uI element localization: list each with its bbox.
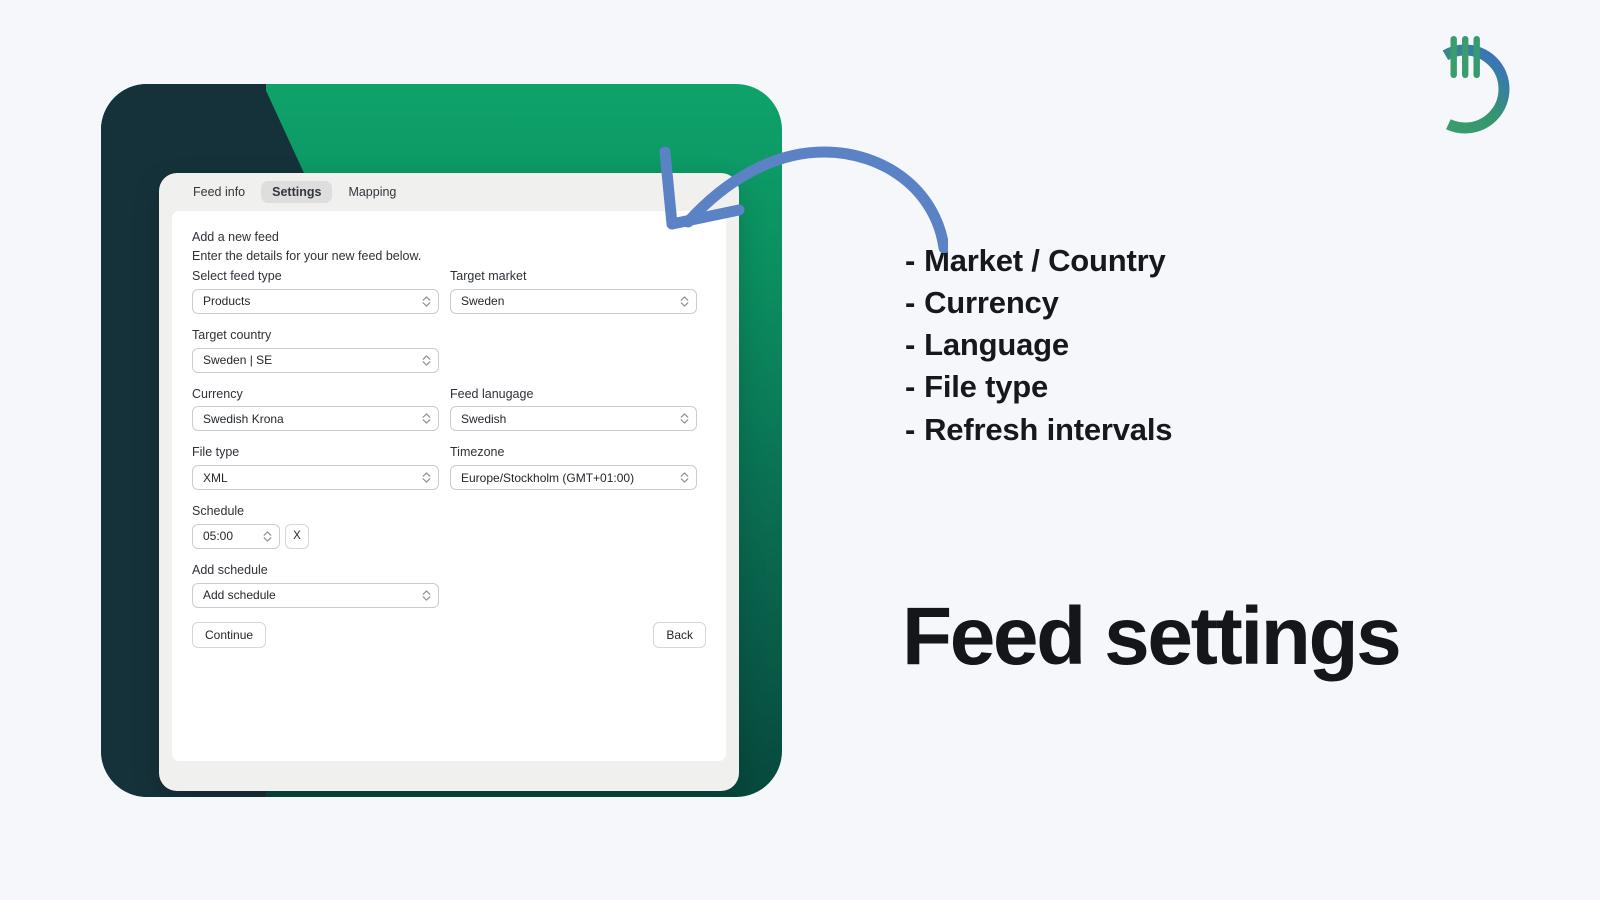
stepper-updown-icon xyxy=(422,296,431,307)
select-target-market[interactable]: Sweden xyxy=(450,288,697,314)
power-button-logo xyxy=(1411,28,1519,140)
remove-schedule-button[interactable]: X xyxy=(285,523,309,549)
list-item-label: Refresh intervals xyxy=(924,411,1173,447)
list-bullet: - xyxy=(905,411,916,447)
field-file-type: File type XML xyxy=(192,443,439,490)
list-item: - Currency xyxy=(905,282,1172,324)
field-target-country: Target country Sweden | SE xyxy=(192,326,439,373)
tab-settings[interactable]: Settings xyxy=(261,180,333,204)
feature-list: - Market / Country - Currency - Language -F… xyxy=(905,240,1172,451)
tab-mapping[interactable]: Mapping xyxy=(337,181,407,204)
list-item-label: Language xyxy=(924,327,1069,363)
form-grid: Select feed type Products Target market … xyxy=(192,266,706,608)
field-label: File type xyxy=(192,445,240,460)
field-schedule: Schedule 05:00 X xyxy=(192,502,439,549)
select-value: 05:00 xyxy=(203,529,234,544)
select-schedule-time[interactable]: 05:00 xyxy=(192,523,280,549)
select-value: XML xyxy=(203,470,228,485)
select-value: Europe/Stockholm (GMT+01:00) xyxy=(461,470,635,485)
stepper-updown-icon xyxy=(422,354,431,366)
select-target-country[interactable]: Sweden | SE xyxy=(192,347,439,373)
stepper-updown-icon xyxy=(680,296,689,307)
list-item: - File type xyxy=(905,366,1172,408)
field-select-feed-type: Select feed type Products xyxy=(192,267,439,314)
stepper-updown-icon xyxy=(680,413,689,424)
stepper-updown-icon xyxy=(422,472,431,483)
back-button[interactable]: Back xyxy=(653,621,706,648)
field-label: Target country xyxy=(192,327,272,342)
field-label: Add schedule xyxy=(192,562,268,577)
select-value: Add schedule xyxy=(203,588,276,602)
select-value: Swedish Krona xyxy=(203,411,284,426)
select-value: Products xyxy=(203,294,251,309)
select-currency[interactable]: Swedish Krona xyxy=(192,406,439,432)
field-timezone: Timezone Europe/Stockholm (GMT+01:00) xyxy=(450,443,697,490)
field-label: Timezone xyxy=(450,445,505,460)
list-item: - Language xyxy=(905,324,1172,366)
field-label: Select feed type xyxy=(192,269,282,283)
list-item-label: Currency xyxy=(924,285,1059,321)
form-heading: Add a new feed xyxy=(192,230,279,244)
field-label: Schedule xyxy=(192,504,245,518)
list-bullet: - xyxy=(905,285,916,321)
field-label: Target market xyxy=(450,269,527,283)
select-feed-language[interactable]: Swedish xyxy=(450,406,697,432)
field-label: Feed lanugage xyxy=(450,386,534,401)
field-currency: Currency Swedish Krona xyxy=(192,385,439,432)
field-label: Currency xyxy=(192,386,243,401)
list-item: - Market / Country xyxy=(905,240,1172,282)
stepper-updown-icon xyxy=(680,472,689,483)
list-item-label: Market / Country xyxy=(924,243,1166,278)
list-bullet: - xyxy=(905,243,916,278)
field-target-market: Target market Sweden xyxy=(450,267,697,314)
promo-headline: Feed settings xyxy=(902,591,1402,682)
select-feed-type[interactable]: Products xyxy=(192,288,439,314)
stepper-updown-icon xyxy=(422,589,431,601)
settings-form-card: Add a new feed Enter the details for you… xyxy=(172,211,726,761)
list-item-label: File type xyxy=(924,369,1049,405)
tab-bar: Feed info Settings Mapping xyxy=(159,173,739,211)
app-window: Feed info Settings Mapping Add a new fee… xyxy=(159,173,739,791)
select-value: Swedish xyxy=(461,411,507,426)
field-feed-language: Feed lanugage Swedish xyxy=(450,385,697,432)
field-add-schedule: Add schedule Add schedule xyxy=(192,561,439,608)
list-bullet: - xyxy=(905,327,916,363)
list-item: - Refresh intervals xyxy=(905,409,1172,451)
select-value: Sweden | SE xyxy=(203,353,273,367)
select-add-schedule[interactable]: Add schedule xyxy=(192,582,439,608)
continue-button[interactable]: Continue xyxy=(192,621,267,648)
tab-feed-info[interactable]: Feed info xyxy=(182,181,256,204)
list-bullet: - xyxy=(905,369,916,405)
stepper-updown-icon xyxy=(263,531,272,542)
product-screenshot-card: Feed info Settings Mapping Add a new fee… xyxy=(101,84,782,797)
select-file-type[interactable]: XML xyxy=(192,465,439,490)
stepper-updown-icon xyxy=(422,413,431,424)
select-value: Sweden xyxy=(461,294,505,309)
form-actions: Continue Back xyxy=(192,621,706,648)
schedule-row: 05:00 X xyxy=(192,523,439,549)
select-timezone[interactable]: Europe/Stockholm (GMT+01:00) xyxy=(450,465,697,490)
form-subheading: Enter the details for your new feed belo… xyxy=(192,249,422,263)
